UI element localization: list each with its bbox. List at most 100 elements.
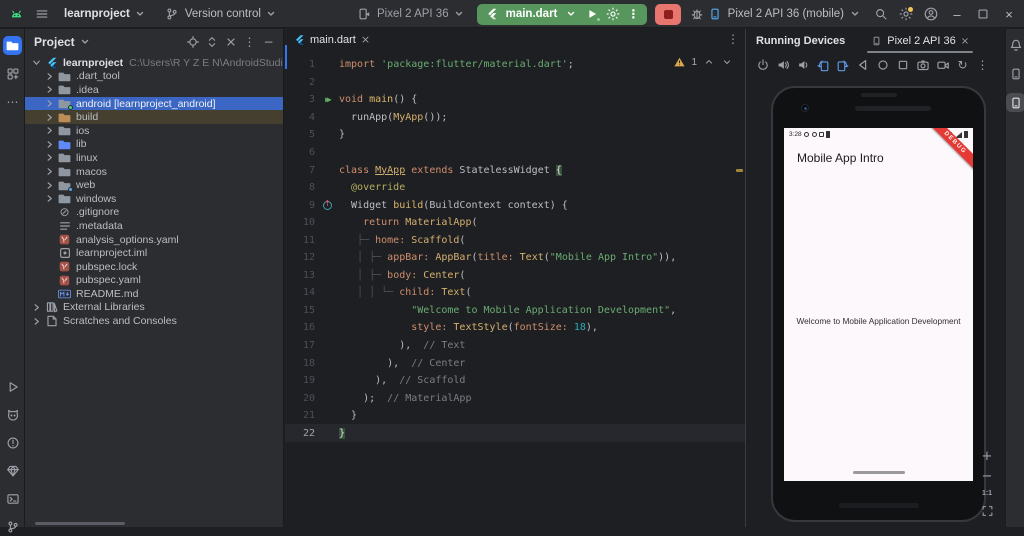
tree-item[interactable]: android [learnproject_android] — [25, 97, 283, 111]
previous-warning-icon[interactable] — [703, 56, 715, 68]
restart-button[interactable]: ↻ — [954, 57, 971, 74]
code-line[interactable]: 2 — [285, 74, 745, 92]
notifications-tool-window[interactable] — [1006, 35, 1024, 54]
close-tab-icon[interactable]: × — [961, 36, 969, 47]
code-line[interactable]: 10 return MaterialApp( — [285, 214, 745, 232]
horizontal-scrollbar[interactable] — [35, 522, 125, 525]
tree-item[interactable]: pubspec.yaml — [25, 274, 283, 288]
code-line[interactable]: 19 ), // Scaffold — [285, 372, 745, 390]
gutter[interactable] — [315, 407, 339, 425]
code-line[interactable]: 14 │ │ └─ child: Text( — [285, 284, 745, 302]
code-line[interactable]: 12 │ ├─ appBar: AppBar(title: Text("Mobi… — [285, 249, 745, 267]
tab-main-dart[interactable]: main.dart × — [285, 29, 379, 51]
tree-item[interactable]: web — [25, 178, 283, 192]
chevron-icon[interactable] — [44, 71, 55, 82]
chevron-icon[interactable] — [44, 84, 55, 95]
tree-item[interactable]: README.md — [25, 287, 283, 301]
main-menu-icon[interactable] — [34, 6, 50, 22]
gutter[interactable] — [315, 302, 339, 320]
volume-down-button[interactable] — [794, 57, 811, 74]
chevron-icon[interactable] — [44, 125, 55, 136]
code-line[interactable]: 9 Widget build(BuildContext context) { — [285, 196, 745, 214]
line-number[interactable]: 13 — [285, 270, 315, 281]
tree-item[interactable]: build — [25, 110, 283, 124]
more-button[interactable]: ⋮ — [974, 57, 991, 74]
options-menu[interactable]: ⋮ — [241, 33, 258, 50]
gutter[interactable] — [315, 214, 339, 232]
chevron-down-icon[interactable] — [564, 7, 578, 21]
chevron-icon[interactable] — [44, 193, 55, 204]
code-line[interactable]: 4 runApp(MyApp()); — [285, 109, 745, 127]
gutter[interactable] — [315, 231, 339, 249]
line-number[interactable]: 7 — [285, 165, 315, 176]
code-line[interactable]: 11 ├─ home: Scaffold( — [285, 231, 745, 249]
maximize-button[interactable] — [975, 6, 991, 22]
hide-panel[interactable]: − — [260, 33, 277, 50]
settings-icon[interactable] — [898, 6, 914, 22]
phone-screen[interactable]: 3:28 DEBUG Mobile App Intro Welcome to M… — [784, 128, 973, 481]
mirror-device-selector[interactable]: Pixel 2 API 36 (mobile) — [703, 4, 864, 24]
tree-item[interactable]: External Libraries — [25, 301, 283, 315]
resource-manager-tool-window[interactable] — [3, 64, 22, 83]
line-number[interactable]: 21 — [285, 410, 315, 421]
tree-item[interactable]: linux — [25, 151, 283, 165]
collapse-all[interactable] — [222, 33, 239, 50]
power-button[interactable] — [754, 57, 771, 74]
close-tab-icon[interactable]: × — [361, 33, 370, 46]
chevron-icon[interactable] — [44, 152, 55, 163]
emulator-phone[interactable]: 3:28 DEBUG Mobile App Intro Welcome to M… — [771, 86, 986, 522]
code-line[interactable]: 6 — [285, 144, 745, 162]
gutter[interactable] — [315, 267, 339, 285]
problems-tool-window[interactable] — [3, 433, 22, 452]
scrollbar-warning-mark[interactable] — [736, 169, 743, 172]
screen-record-button[interactable] — [934, 57, 951, 74]
line-number[interactable]: 6 — [285, 147, 315, 158]
code-line[interactable]: 16 style: TextStyle(fontSize: 18), — [285, 319, 745, 337]
volume-up-button[interactable] — [774, 57, 791, 74]
line-number[interactable]: 4 — [285, 112, 315, 123]
gutter[interactable] — [315, 389, 339, 407]
device-manager-tool-window[interactable] — [1006, 64, 1024, 83]
minimize-button[interactable]: – — [948, 5, 966, 23]
code-line[interactable]: 21 } — [285, 407, 745, 425]
expand-all[interactable] — [203, 33, 220, 50]
gutter[interactable] — [315, 56, 339, 74]
tree-item[interactable]: lib — [25, 138, 283, 152]
code-line[interactable]: 5} — [285, 126, 745, 144]
line-number[interactable]: 5 — [285, 129, 315, 140]
tree-item[interactable]: learnproject.iml — [25, 246, 283, 260]
project-panel-title[interactable]: Project — [34, 35, 75, 49]
tab-options-icon[interactable]: ⋮ — [727, 32, 739, 46]
run-button[interactable] — [585, 7, 599, 21]
vcs-widget[interactable]: Version control — [160, 4, 281, 24]
gutter[interactable] — [315, 161, 339, 179]
line-number[interactable]: 3 — [285, 94, 315, 105]
line-number[interactable]: 9 — [285, 200, 315, 211]
line-number[interactable]: 18 — [285, 358, 315, 369]
code-line[interactable]: 3▶▶void main() { — [285, 91, 745, 109]
screenshot-button[interactable] — [914, 57, 931, 74]
tree-item[interactable]: windows — [25, 192, 283, 206]
code-line[interactable]: 18 ), // Center — [285, 354, 745, 372]
chevron-icon[interactable] — [44, 139, 55, 150]
home-button[interactable] — [874, 57, 891, 74]
tab-pixel-2-api-36[interactable]: Pixel 2 API 36 × — [867, 29, 973, 53]
logcat-tool-window[interactable] — [3, 405, 22, 424]
line-number[interactable]: 12 — [285, 252, 315, 263]
gesture-bar[interactable] — [853, 471, 905, 474]
line-number[interactable]: 8 — [285, 182, 315, 193]
back-button[interactable] — [854, 57, 871, 74]
device-selector[interactable]: Pixel 2 API 36 — [352, 4, 469, 24]
rotate-left-button[interactable] — [814, 57, 831, 74]
run-tool-window[interactable] — [3, 377, 22, 396]
gutter[interactable] — [315, 337, 339, 355]
line-number[interactable]: 15 — [285, 305, 315, 316]
next-warning-icon[interactable] — [721, 56, 733, 68]
code-line[interactable]: 7class MyApp extends StatelessWidget { — [285, 161, 745, 179]
line-number[interactable]: 22 — [285, 428, 315, 439]
gutter[interactable] — [315, 74, 339, 92]
gutter[interactable] — [315, 179, 339, 197]
zoom-in-button[interactable]: + — [982, 450, 993, 463]
line-number[interactable]: 2 — [285, 77, 315, 88]
gutter[interactable] — [315, 144, 339, 162]
